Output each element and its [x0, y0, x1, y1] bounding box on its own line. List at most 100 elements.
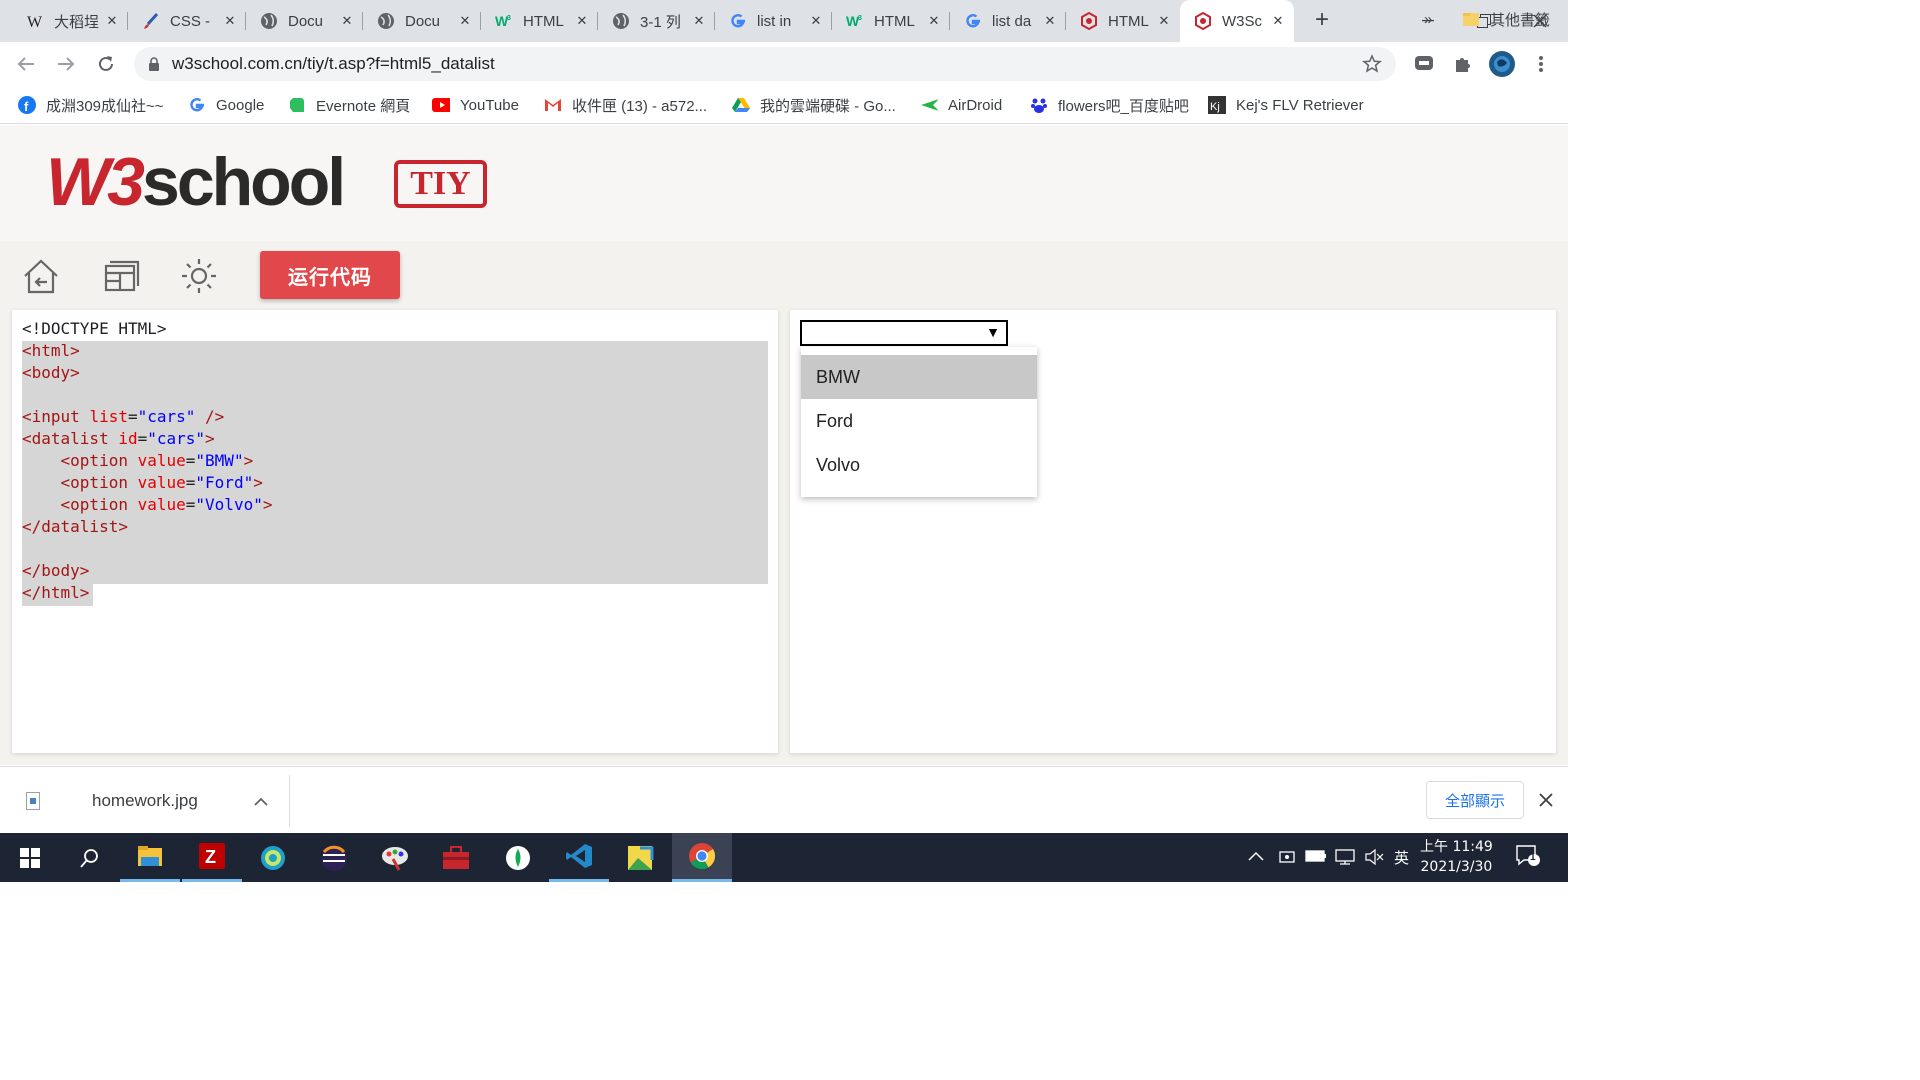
line-extension-icon[interactable] [1410, 50, 1438, 78]
browser-tab[interactable]: W 大稻埕 ✕ [12, 0, 128, 42]
browser-tab[interactable]: Docu ✕ [246, 0, 363, 42]
reload-button[interactable] [92, 50, 120, 78]
svg-text:3: 3 [858, 15, 862, 22]
tab-title: HTML [874, 12, 915, 30]
dropdown-arrow-icon[interactable]: ▼ [986, 324, 1000, 340]
browser-tab[interactable]: list da ✕ [950, 0, 1066, 42]
bookmark-item[interactable]: Google [188, 94, 264, 116]
network-icon[interactable] [1335, 848, 1355, 866]
datalist-input[interactable]: ▼ [800, 320, 1008, 346]
action-center-button[interactable]: 1 [1516, 845, 1540, 870]
browser-tab[interactable]: W 3 HTML ✕ [832, 0, 950, 42]
w3schools-icon: W3 [846, 12, 864, 30]
w3schools-icon: W3 [495, 12, 513, 30]
close-tab-icon[interactable]: ✕ [337, 13, 357, 29]
bookmark-item[interactable]: 收件匣 (13) - a572... [544, 94, 707, 116]
profile-avatar[interactable] [1488, 50, 1516, 78]
svg-text:f: f [24, 99, 29, 114]
search-icon [80, 848, 98, 868]
tab-title: Docu [405, 12, 441, 30]
datalist-option-bmw[interactable]: BMW [801, 355, 1037, 399]
mongodb-icon [506, 845, 530, 870]
svg-text:3: 3 [507, 15, 511, 22]
bookmark-item[interactable]: AirDroid [920, 94, 1002, 116]
bookmark-item[interactable]: flowers吧_百度贴吧 [1030, 94, 1189, 116]
bookmark-item[interactable]: Kj Kej's FLV Retriever [1208, 94, 1364, 116]
toolbox-button[interactable] [426, 833, 486, 882]
close-tab-icon[interactable]: ✕ [689, 13, 709, 29]
bookmark-star-icon[interactable] [1362, 54, 1382, 74]
ime-indicator[interactable]: 英 [1394, 847, 1409, 868]
close-tab-icon[interactable]: ✕ [1040, 13, 1060, 29]
photo-app-button[interactable] [610, 833, 670, 882]
battery-icon[interactable] [1305, 849, 1327, 863]
code-editor[interactable]: <!DOCTYPE HTML> <html> <body> <input list=… [22, 318, 272, 604]
other-bookmarks-folder[interactable]: 其他書籤 [1462, 8, 1550, 30]
theme-sun-icon[interactable] [178, 255, 220, 297]
bookmark-label: Kej's FLV Retriever [1236, 96, 1364, 114]
globe-app-button[interactable] [243, 833, 303, 882]
result-panel: ▼ BMW Ford Volvo [790, 310, 1556, 753]
w3school-logo[interactable]: W3school [46, 147, 346, 217]
run-code-button[interactable]: 运行代码 [260, 251, 400, 299]
paint-button[interactable] [365, 833, 425, 882]
volume-muted-icon[interactable] [1364, 848, 1384, 866]
search-button[interactable] [60, 833, 120, 882]
new-tab-button[interactable]: + [1308, 8, 1336, 34]
close-tab-icon[interactable]: ✕ [1154, 13, 1174, 29]
home-icon[interactable] [20, 255, 62, 297]
browser-tab[interactable]: W 3 HTML ✕ [481, 0, 598, 42]
forward-button[interactable] [52, 50, 80, 78]
download-item[interactable]: homework.jpg [0, 775, 290, 827]
datalist-option-volvo[interactable]: Volvo [801, 443, 1037, 487]
bookmark-label: Google [216, 96, 265, 114]
globe-icon [260, 12, 278, 30]
download-filename: homework.jpg [92, 791, 198, 810]
bookmarks-overflow-button[interactable]: » [1424, 8, 1432, 30]
datalist-option-ford[interactable]: Ford [801, 399, 1037, 443]
bookmark-item[interactable]: 我的雲端硬碟 - Go... [732, 94, 896, 116]
browser-menu-button[interactable] [1527, 50, 1555, 78]
close-tab-icon[interactable]: ✕ [806, 13, 826, 29]
system-clock[interactable]: 上午 11:49 2021/3/30 [1420, 837, 1493, 877]
close-tab-icon[interactable]: ✕ [1268, 13, 1288, 29]
bookmark-item[interactable]: f 成淵309成仙社~~ [18, 94, 164, 116]
close-tab-icon[interactable]: ✕ [924, 13, 944, 29]
filezilla-button[interactable]: Z [182, 833, 242, 882]
browser-tab[interactable]: list in ✕ [715, 0, 832, 42]
browser-tab[interactable]: CSS - ✕ [128, 0, 246, 42]
filezilla-icon: Z [199, 843, 225, 869]
close-tab-icon[interactable]: ✕ [455, 13, 475, 29]
windows-taskbar: Z 英 上午 11:49 2021/3/30 1 [0, 833, 1568, 882]
chevron-up-icon[interactable] [254, 797, 268, 807]
extensions-puzzle-icon[interactable] [1449, 50, 1477, 78]
browser-tab[interactable]: W3Sc ✕ [1180, 0, 1294, 42]
browser-tab[interactable]: Docu ✕ [363, 0, 481, 42]
back-button[interactable] [12, 50, 40, 78]
bookmark-item[interactable]: YouTube [432, 94, 519, 116]
close-tab-icon[interactable]: ✕ [220, 13, 240, 29]
show-all-downloads-button[interactable]: 全部顯示 [1426, 781, 1524, 819]
browser-tab[interactable]: 3-1 列 ✕ [598, 0, 715, 42]
chrome-button[interactable] [672, 833, 732, 882]
close-tab-icon[interactable]: ✕ [572, 13, 592, 29]
file-explorer-button[interactable] [120, 833, 180, 882]
show-hidden-icons-chevron[interactable] [1248, 851, 1264, 861]
vscode-button[interactable] [549, 833, 609, 882]
address-bar[interactable]: w3school.com.cn/tiy/t.asp?f=html5_datali… [134, 47, 1396, 81]
file-explorer-icon [138, 846, 162, 866]
globe-icon [612, 12, 630, 30]
tab-title: HTML [1108, 12, 1149, 30]
start-button[interactable] [0, 833, 60, 882]
wikipedia-icon: W [26, 12, 44, 30]
close-download-bar-icon[interactable] [1539, 793, 1553, 807]
code-editor-panel[interactable]: <!DOCTYPE HTML> <html> <body> <input list=… [12, 310, 778, 753]
reload-icon [99, 56, 113, 71]
meet-now-icon[interactable] [1279, 849, 1295, 865]
eclipse-button[interactable] [304, 833, 364, 882]
mongodb-button[interactable] [488, 833, 548, 882]
close-tab-icon[interactable]: ✕ [102, 13, 122, 29]
layout-icon[interactable] [99, 255, 141, 297]
bookmark-item[interactable]: Evernote 網頁 [288, 94, 410, 116]
browser-tab[interactable]: HTML ✕ [1066, 0, 1180, 42]
